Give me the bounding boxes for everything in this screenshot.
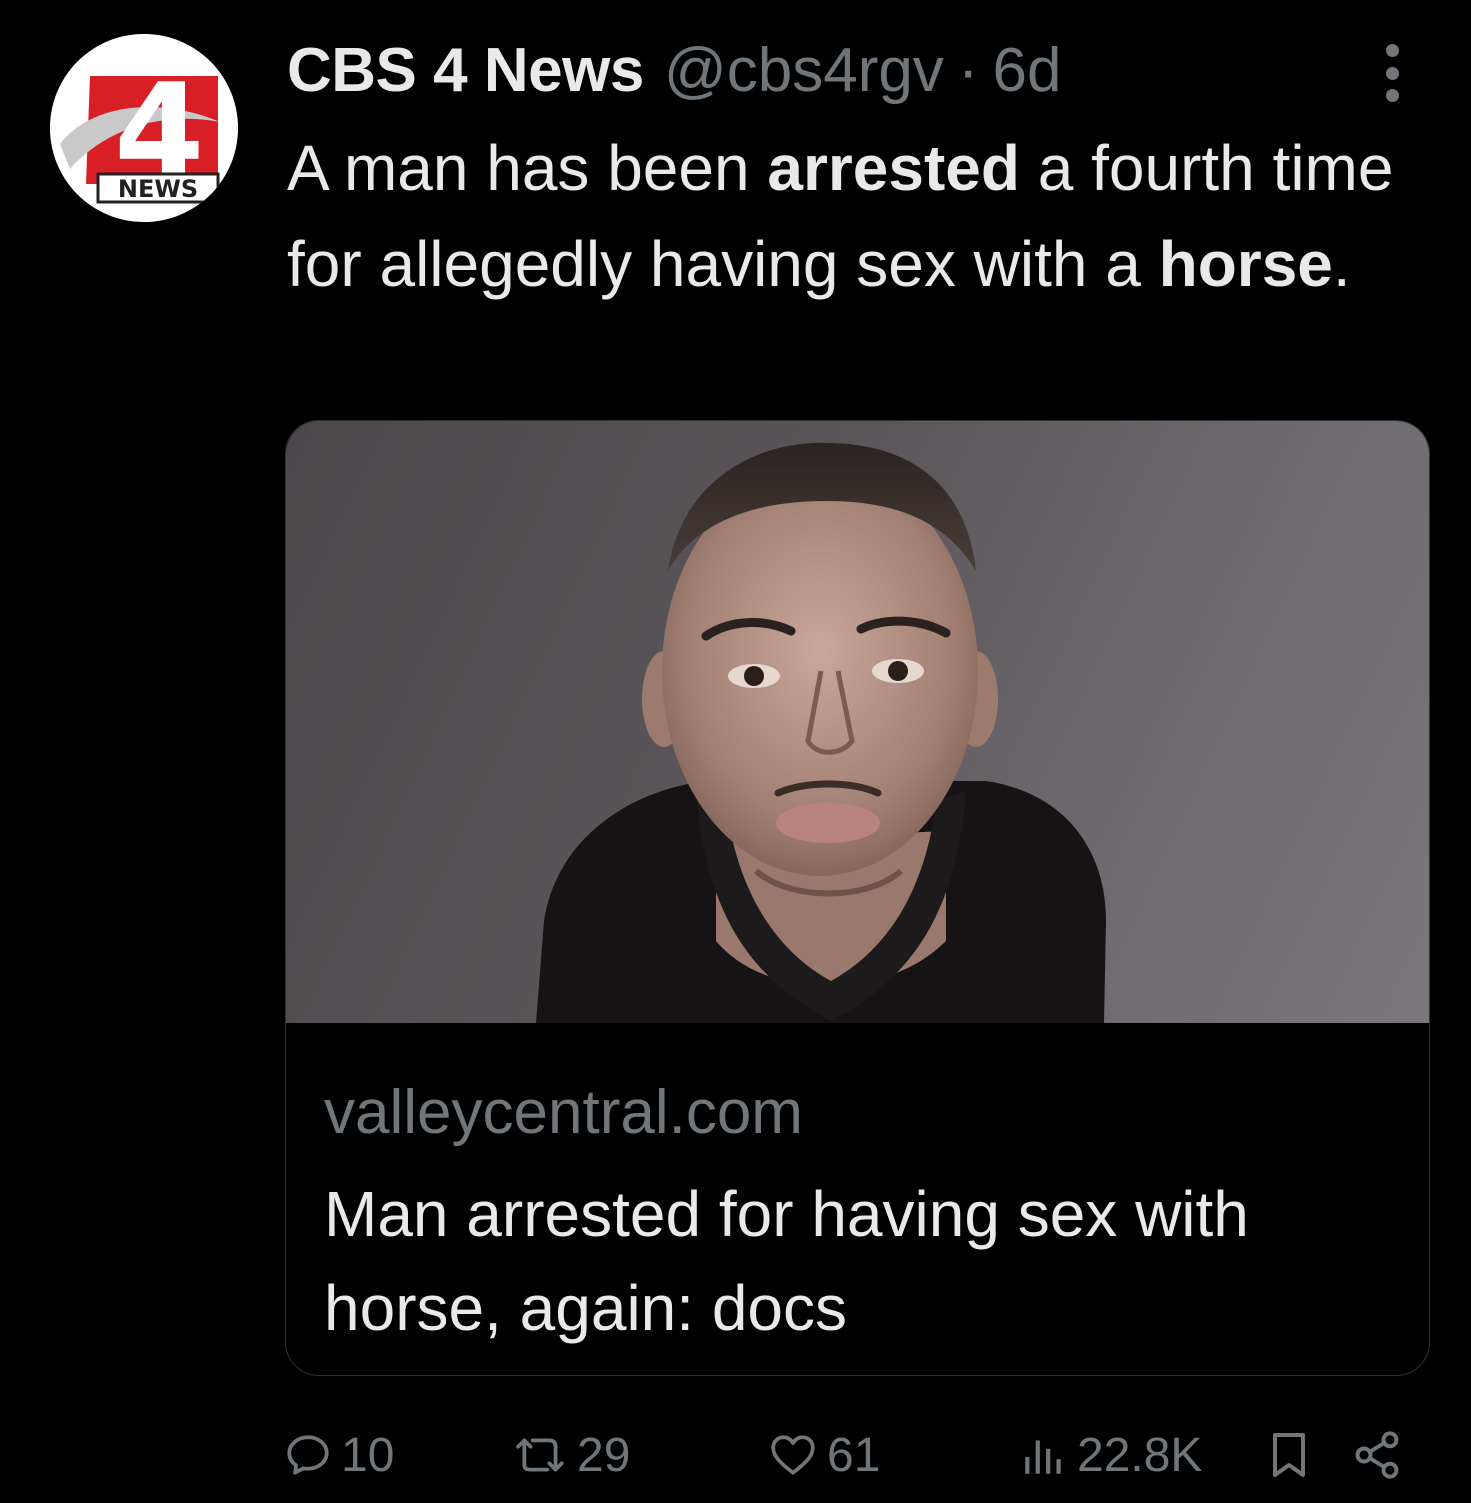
reply-icon xyxy=(287,1435,329,1475)
author-avatar[interactable]: 4 NEWS xyxy=(50,34,238,222)
card-image[interactable] xyxy=(286,421,1429,1023)
mugshot-image xyxy=(536,442,1106,1023)
bookmark-button[interactable] xyxy=(1265,1420,1313,1490)
tweet[interactable]: 4 NEWS CBS 4 News @cbs4rgv · 6d A man ha… xyxy=(0,0,1471,1503)
card-body: valleycentral.com Man arrested for havin… xyxy=(286,1075,1429,1355)
like-count: 61 xyxy=(827,1428,881,1482)
tweet-text: A man has been arrested a fourth time fo… xyxy=(287,120,1417,312)
views-icon xyxy=(1025,1440,1061,1474)
views-button[interactable]: 22.8K xyxy=(1019,1420,1202,1490)
cbs4-logo: 4 NEWS xyxy=(50,34,238,222)
retweet-count: 29 xyxy=(577,1428,631,1482)
tweet-actions: 10 29 61 22.8K xyxy=(283,1420,1413,1490)
card-domain: valleycentral.com xyxy=(324,1078,803,1147)
logo-text: NEWS xyxy=(118,175,198,203)
more-dot xyxy=(1385,66,1399,80)
author-display-name[interactable]: CBS 4 News xyxy=(287,35,644,106)
heart-icon xyxy=(771,1435,815,1475)
tweet-text-part: . xyxy=(1332,228,1351,300)
more-icon[interactable] xyxy=(1372,40,1412,106)
share-icon xyxy=(1355,1431,1399,1479)
more-dot xyxy=(1385,89,1399,102)
header-separator: · xyxy=(957,35,979,105)
tweet-timestamp[interactable]: 6d xyxy=(993,35,1062,106)
tweet-header: CBS 4 News @cbs4rgv · 6d xyxy=(287,30,1061,110)
reply-count: 10 xyxy=(341,1428,395,1482)
author-handle[interactable]: @cbs4rgv xyxy=(664,35,944,106)
more-dot xyxy=(1385,44,1399,57)
like-button[interactable]: 61 xyxy=(767,1420,880,1490)
retweet-button[interactable]: 29 xyxy=(513,1420,630,1490)
reply-button[interactable]: 10 xyxy=(283,1420,394,1490)
tweet-text-bold: arrested xyxy=(767,132,1020,204)
tweet-text-bold: horse xyxy=(1158,228,1333,300)
share-button[interactable] xyxy=(1351,1420,1403,1490)
views-count: 22.8K xyxy=(1077,1428,1203,1482)
retweet-icon xyxy=(516,1438,564,1472)
bookmark-icon xyxy=(1273,1433,1305,1477)
tweet-text-part: A man has been xyxy=(287,132,768,204)
link-card[interactable]: valleycentral.com Man arrested for havin… xyxy=(285,420,1430,1376)
card-title[interactable]: Man arrested for having sex with horse, … xyxy=(324,1167,1391,1355)
